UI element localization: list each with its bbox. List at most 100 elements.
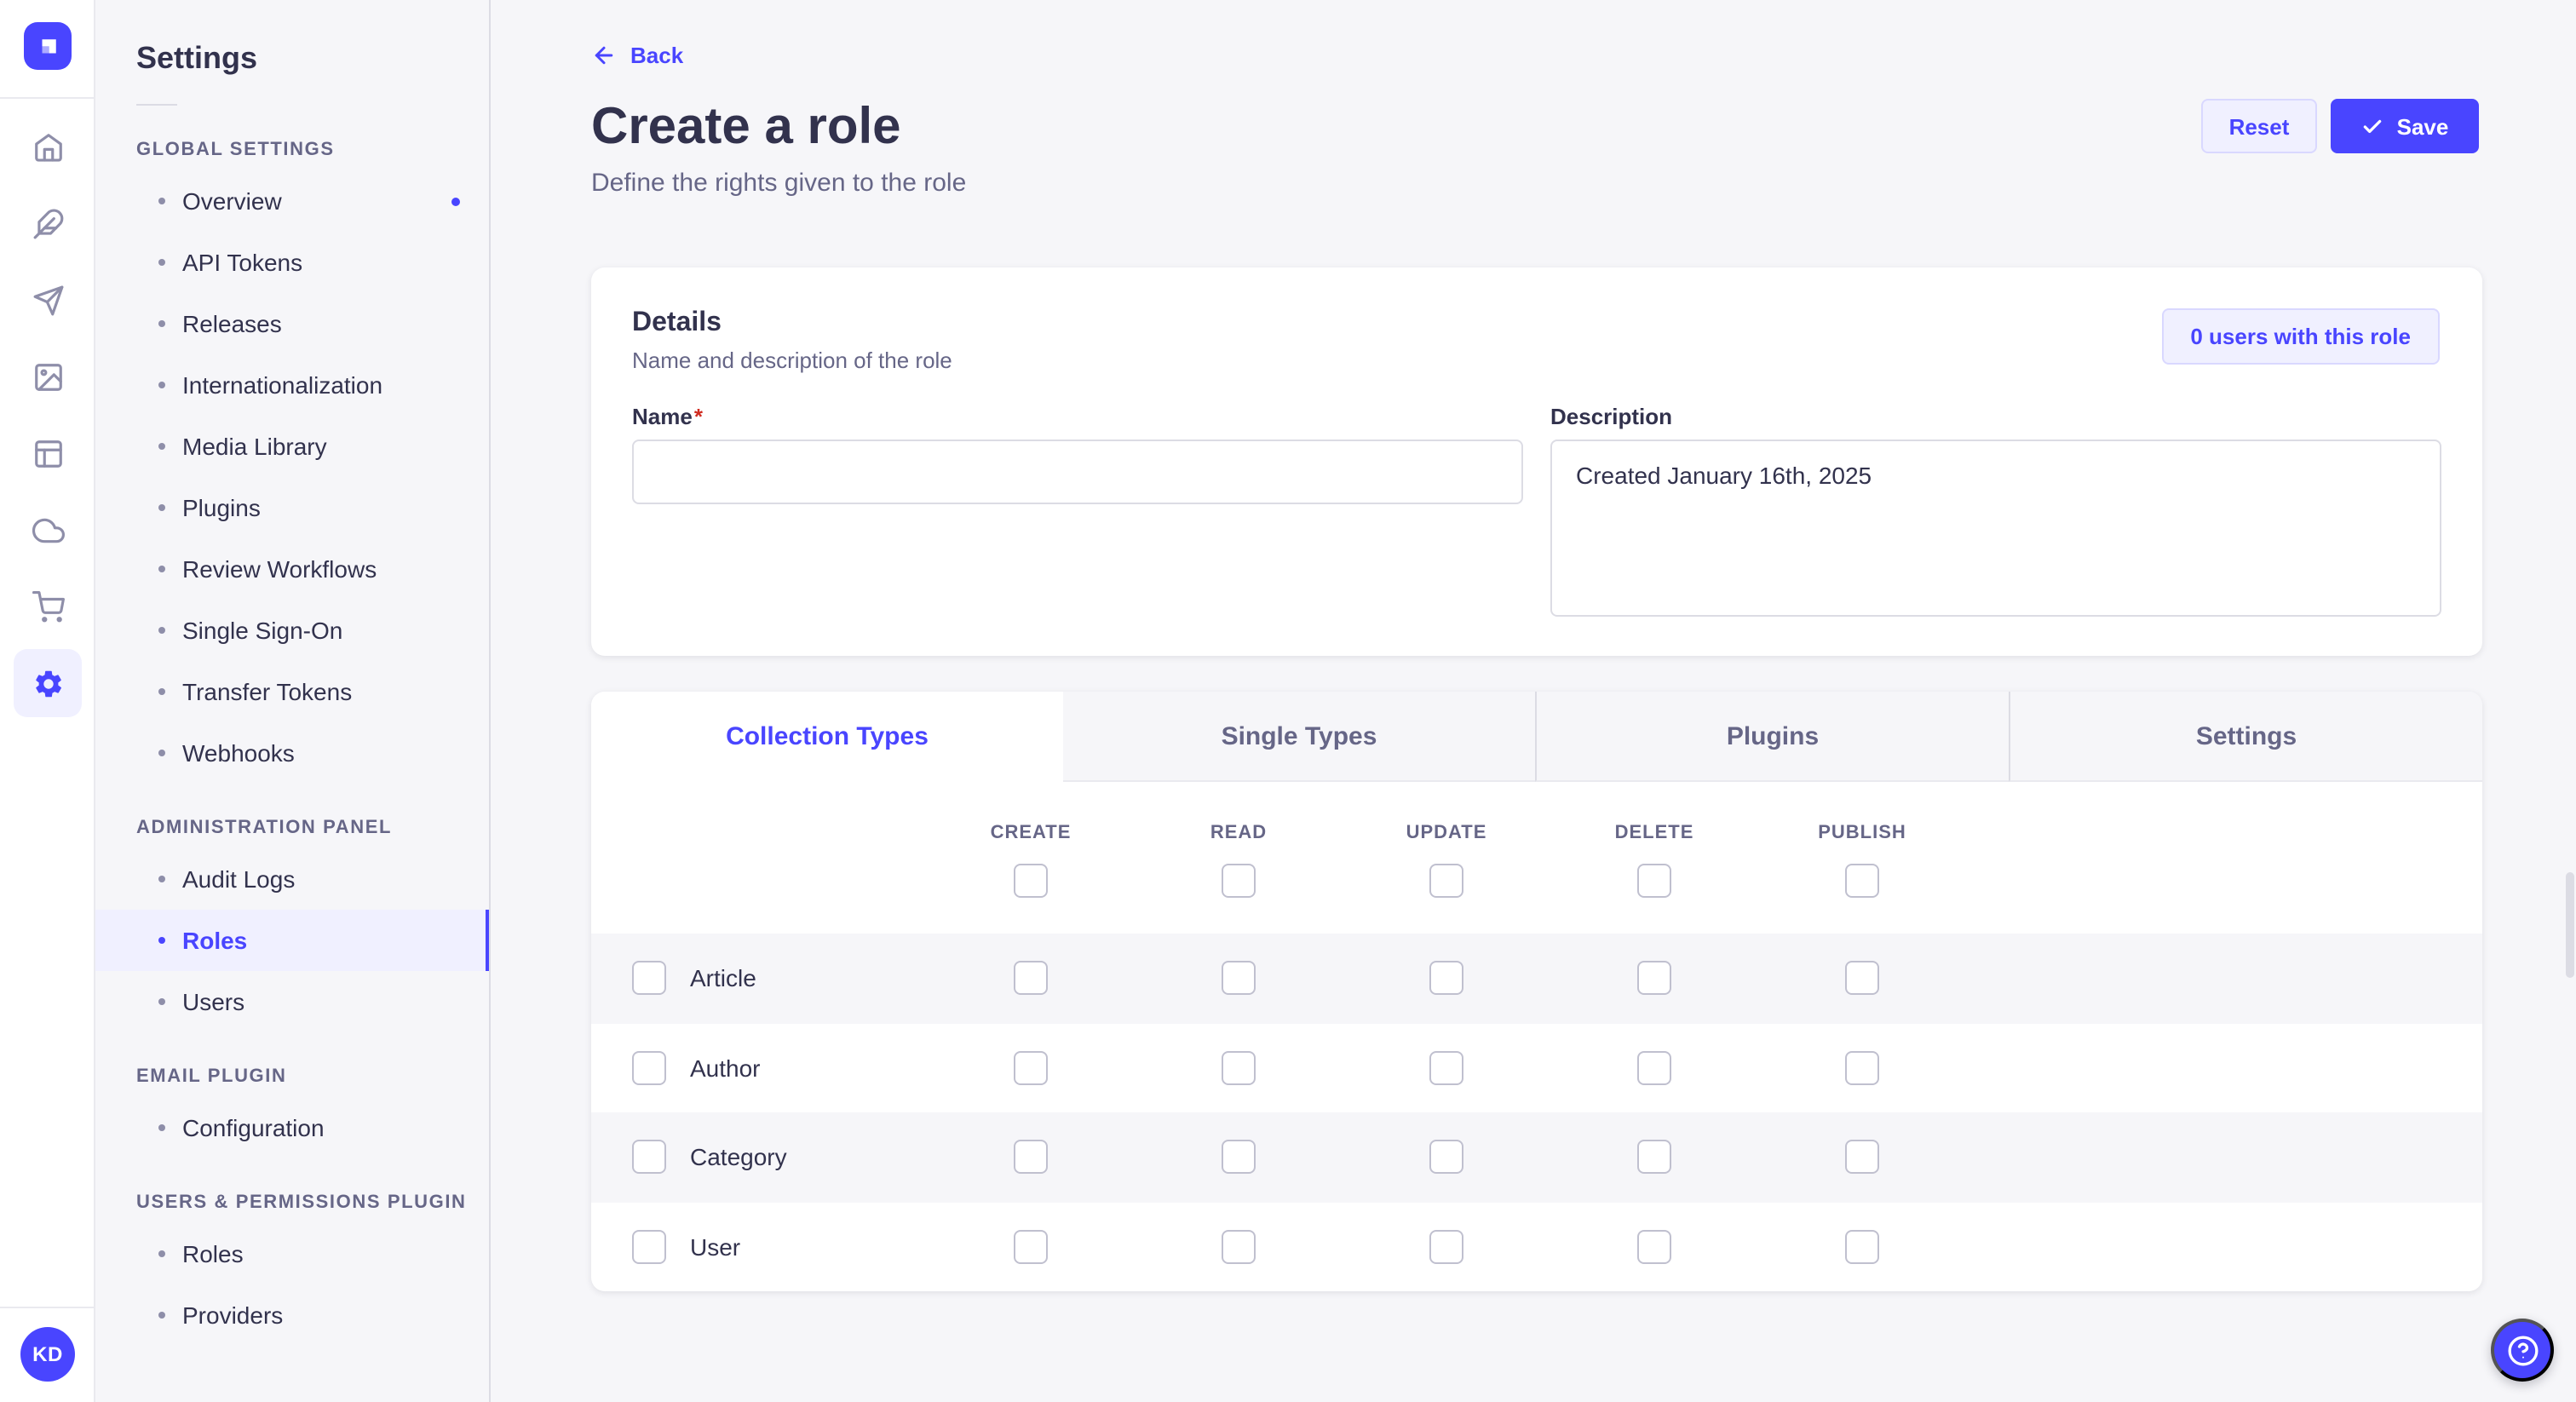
sidebar-item-label: Single Sign-On (175, 617, 342, 644)
sidebar-item-roles[interactable]: Roles (95, 1223, 489, 1284)
perm-author-update-checkbox[interactable] (1429, 1051, 1463, 1085)
perm-user-read-checkbox[interactable] (1222, 1230, 1256, 1264)
sidebar-item-users[interactable]: Users (95, 971, 489, 1032)
strapi-logo[interactable] (24, 22, 72, 70)
marketplace-cart-icon (32, 590, 64, 623)
perm-author-create-checkbox[interactable] (1014, 1051, 1048, 1085)
perm-category-delete-checkbox[interactable] (1637, 1141, 1671, 1175)
permissions-card: Collection TypesSingle TypesPluginsSetti… (591, 692, 2482, 1291)
perm-author-delete-checkbox[interactable] (1637, 1051, 1671, 1085)
sidebar-item-webhooks[interactable]: Webhooks (95, 722, 489, 784)
cell-category-read (1135, 1141, 1343, 1175)
row-label-zone: Category (591, 1141, 927, 1175)
save-label: Save (2397, 113, 2449, 139)
row-label: Category (690, 1144, 787, 1171)
cell-category-update (1343, 1141, 1550, 1175)
save-button[interactable]: Save (2331, 99, 2479, 153)
perm-category-read-checkbox[interactable] (1222, 1141, 1256, 1175)
select-all-read-checkbox[interactable] (1222, 864, 1256, 898)
bullet-icon (158, 627, 165, 634)
sidebar-title-divider (136, 104, 177, 106)
scrollbar-thumb[interactable] (2566, 872, 2574, 978)
select-all-delete-checkbox[interactable] (1637, 864, 1671, 898)
description-textarea[interactable]: Created January 16th, 2025 (1550, 440, 2441, 617)
perm-user-publish-checkbox[interactable] (1845, 1230, 1879, 1264)
back-link[interactable]: Back (591, 43, 683, 68)
user-avatar[interactable]: KD (20, 1327, 75, 1382)
name-label: Name* (632, 404, 1523, 429)
bullet-icon (158, 688, 165, 695)
perm-user-create-checkbox[interactable] (1014, 1230, 1048, 1264)
select-all-update-checkbox[interactable] (1429, 864, 1463, 898)
column-label-read: READ (1210, 823, 1267, 843)
rail-item-content-type-layout[interactable] (14, 419, 82, 487)
select-all-create-checkbox[interactable] (1014, 864, 1048, 898)
sidebar-item-providers[interactable]: Providers (95, 1284, 489, 1346)
sidebar-item-audit-logs[interactable]: Audit Logs (95, 848, 489, 910)
rail-item-marketplace-cart[interactable] (14, 572, 82, 641)
sidebar-title: Settings (95, 0, 489, 77)
rail-item-settings-gear[interactable] (14, 649, 82, 717)
perm-user-delete-checkbox[interactable] (1637, 1230, 1671, 1264)
select-all-publish-checkbox[interactable] (1845, 864, 1879, 898)
sidebar-item-api-tokens[interactable]: API Tokens (95, 232, 489, 293)
perm-user-update-checkbox[interactable] (1429, 1230, 1463, 1264)
select-row-category-checkbox[interactable] (632, 1141, 666, 1175)
row-label: Author (690, 1054, 761, 1082)
select-row-article-checkbox[interactable] (632, 962, 666, 996)
cell-author-publish (1758, 1051, 1966, 1085)
users-with-role-button[interactable]: 0 users with this role (2161, 308, 2440, 365)
sidebar-item-transfer-tokens[interactable]: Transfer Tokens (95, 661, 489, 722)
required-asterisk: * (694, 404, 703, 429)
sidebar-section-global-settings: GLOBAL SETTINGS (136, 140, 489, 160)
cell-user-read (1135, 1230, 1343, 1264)
perm-article-read-checkbox[interactable] (1222, 962, 1256, 996)
rail-item-deploy-cloud[interactable] (14, 496, 82, 564)
reset-button[interactable]: Reset (2201, 99, 2317, 153)
rail-item-release-send[interactable] (14, 266, 82, 334)
rail-footer-divider (0, 1307, 95, 1308)
select-row-author-checkbox[interactable] (632, 1051, 666, 1085)
sidebar-item-overview[interactable]: Overview (95, 170, 489, 232)
tab-plugins[interactable]: Plugins (1535, 692, 2009, 782)
perm-category-create-checkbox[interactable] (1014, 1141, 1048, 1175)
sidebar-item-roles[interactable]: Roles (95, 910, 489, 971)
tab-settings[interactable]: Settings (2009, 692, 2482, 782)
sidebar-item-label: Plugins (175, 494, 261, 521)
bullet-icon (158, 1312, 165, 1319)
sidebar-item-configuration[interactable]: Configuration (95, 1097, 489, 1158)
perm-article-delete-checkbox[interactable] (1637, 962, 1671, 996)
bullet-icon (158, 1124, 165, 1131)
name-input[interactable] (632, 440, 1523, 504)
tab-collection-types[interactable]: Collection Types (591, 692, 1063, 782)
perm-article-publish-checkbox[interactable] (1845, 962, 1879, 996)
perm-article-create-checkbox[interactable] (1014, 962, 1048, 996)
cell-article-delete (1550, 962, 1758, 996)
tab-single-types[interactable]: Single Types (1063, 692, 1535, 782)
perm-author-publish-checkbox[interactable] (1845, 1051, 1879, 1085)
permission-row-category: Category (591, 1112, 2482, 1202)
column-label-delete: DELETE (1615, 823, 1694, 843)
cell-article-update (1343, 962, 1550, 996)
sidebar-item-review-workflows[interactable]: Review Workflows (95, 538, 489, 600)
strapi-logo-glyph (35, 33, 60, 59)
rail-item-content-feather[interactable] (14, 189, 82, 257)
sidebar-item-internationalization[interactable]: Internationalization (95, 354, 489, 416)
sidebar-item-releases[interactable]: Releases (95, 293, 489, 354)
perm-category-publish-checkbox[interactable] (1845, 1141, 1879, 1175)
sidebar-item-plugins[interactable]: Plugins (95, 477, 489, 538)
release-send-icon (32, 284, 64, 316)
back-label: Back (630, 43, 683, 68)
settings-gear-icon (32, 667, 64, 699)
perm-article-update-checkbox[interactable] (1429, 962, 1463, 996)
column-label-update: UPDATE (1406, 823, 1487, 843)
sidebar-item-single-sign-on[interactable]: Single Sign-On (95, 600, 489, 661)
help-button[interactable] (2491, 1319, 2554, 1382)
details-fields: Name* Description Created January 16th, … (632, 404, 2441, 625)
perm-author-read-checkbox[interactable] (1222, 1051, 1256, 1085)
perm-category-update-checkbox[interactable] (1429, 1141, 1463, 1175)
rail-item-home[interactable] (14, 112, 82, 181)
select-row-user-checkbox[interactable] (632, 1230, 666, 1264)
sidebar-item-media-library[interactable]: Media Library (95, 416, 489, 477)
rail-item-media-library[interactable] (14, 342, 82, 411)
